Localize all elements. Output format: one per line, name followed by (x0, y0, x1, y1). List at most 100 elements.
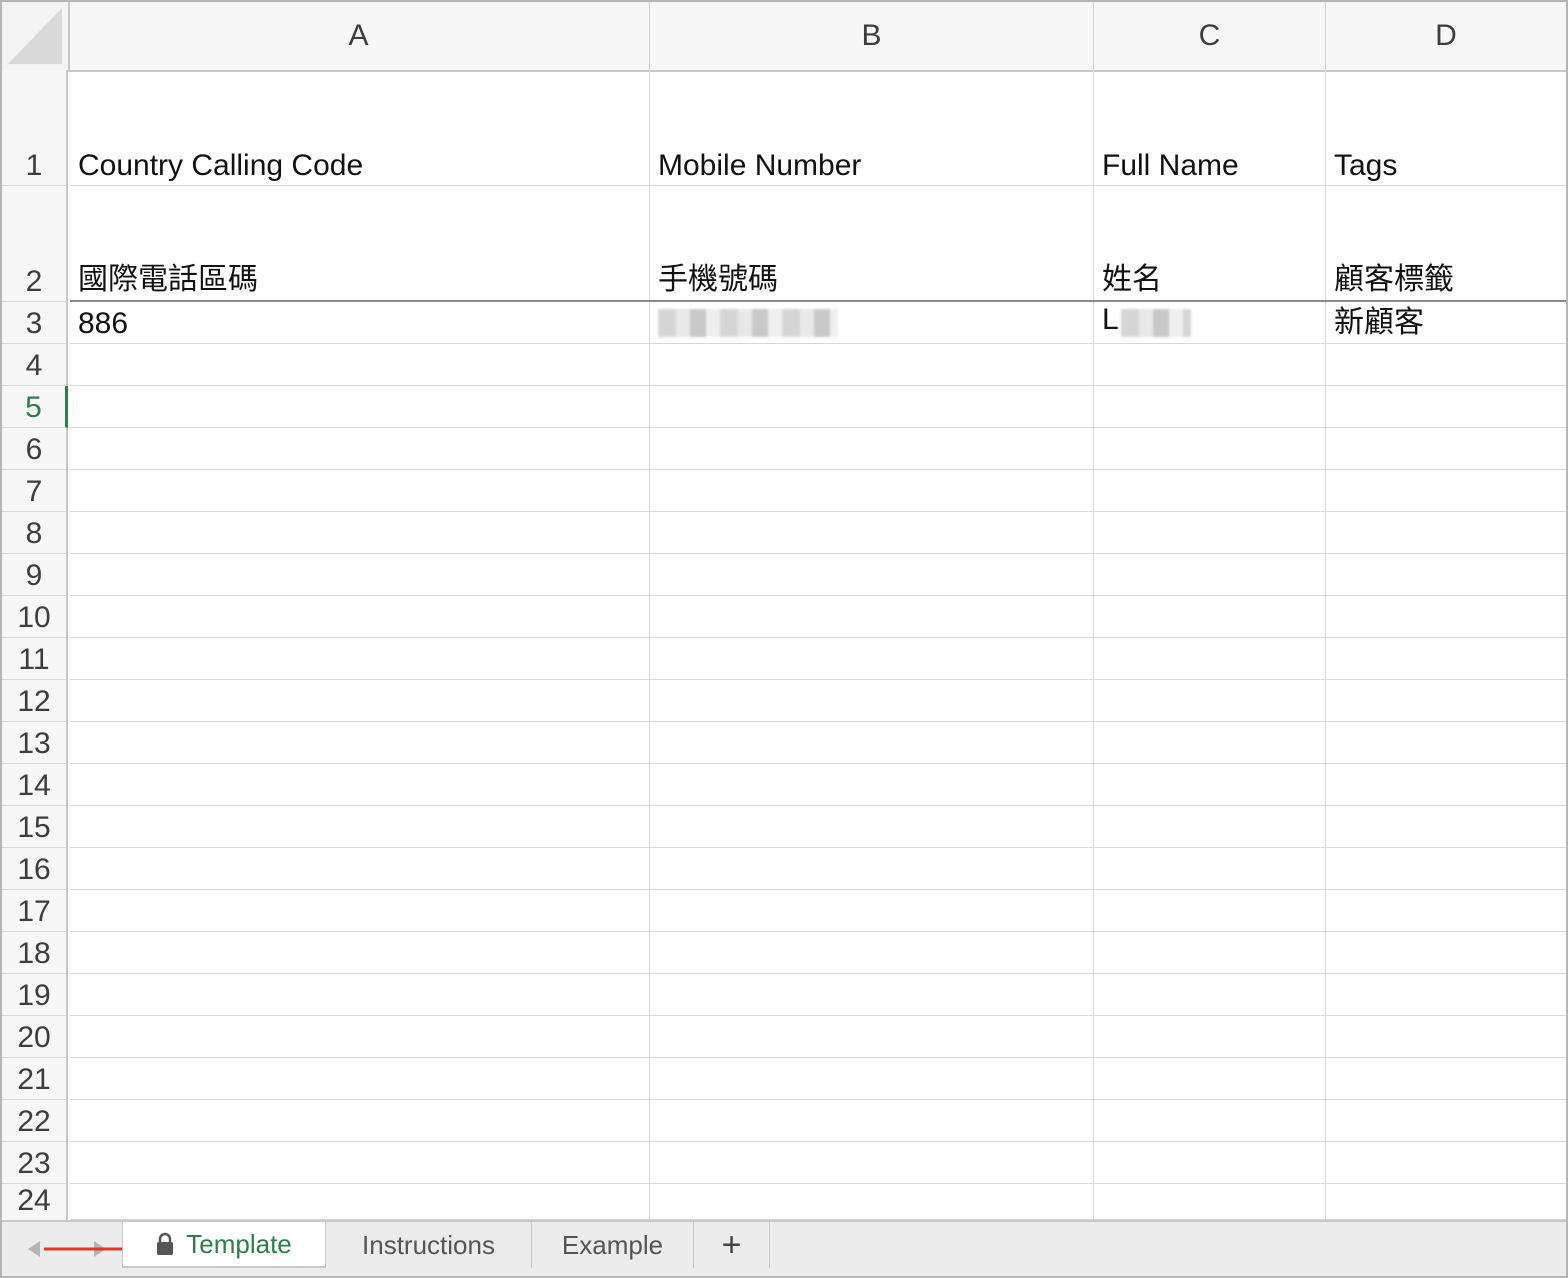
cell-b11[interactable] (650, 638, 1094, 679)
cell-c9[interactable] (1094, 554, 1326, 595)
cell-a21[interactable] (70, 1058, 650, 1099)
row-header-24[interactable]: 24 (2, 1184, 68, 1220)
cell-b9[interactable] (650, 554, 1094, 595)
cell-c24[interactable] (1094, 1184, 1326, 1219)
cell-c18[interactable] (1094, 932, 1326, 973)
cell-c5[interactable] (1094, 386, 1326, 427)
cell-c1[interactable]: Full Name (1094, 70, 1326, 185)
cell-c20[interactable] (1094, 1016, 1326, 1057)
cell-b1[interactable]: Mobile Number (650, 70, 1094, 185)
cell-b24[interactable] (650, 1184, 1094, 1219)
cell-c22[interactable] (1094, 1100, 1326, 1141)
row-header-4[interactable]: 4 (2, 344, 68, 386)
cell-b18[interactable] (650, 932, 1094, 973)
cell-d22[interactable] (1326, 1100, 1566, 1141)
row-header-1[interactable]: 1 (2, 70, 68, 186)
cell-a15[interactable] (70, 806, 650, 847)
row-header-3[interactable]: 3 (2, 302, 68, 344)
cell-b23[interactable] (650, 1142, 1094, 1183)
cell-b6[interactable] (650, 428, 1094, 469)
cell-c23[interactable] (1094, 1142, 1326, 1183)
row-header-12[interactable]: 12 (2, 680, 68, 722)
cell-d12[interactable] (1326, 680, 1566, 721)
tab-example[interactable]: Example (532, 1222, 694, 1268)
cell-a8[interactable] (70, 512, 650, 553)
tab-template[interactable]: Template (122, 1222, 326, 1268)
cell-b4[interactable] (650, 344, 1094, 385)
row-header-18[interactable]: 18 (2, 932, 68, 974)
cell-a2[interactable]: 國際電話區碼 (70, 186, 650, 300)
cell-a4[interactable] (70, 344, 650, 385)
row-header-9[interactable]: 9 (2, 554, 68, 596)
cell-d16[interactable] (1326, 848, 1566, 889)
row-header-6[interactable]: 6 (2, 428, 68, 470)
row-header-16[interactable]: 16 (2, 848, 68, 890)
cell-a13[interactable] (70, 722, 650, 763)
cell-a7[interactable] (70, 470, 650, 511)
cell-c14[interactable] (1094, 764, 1326, 805)
cell-a17[interactable] (70, 890, 650, 931)
cell-c12[interactable] (1094, 680, 1326, 721)
cell-c15[interactable] (1094, 806, 1326, 847)
cell-d9[interactable] (1326, 554, 1566, 595)
cell-d15[interactable] (1326, 806, 1566, 847)
cell-a14[interactable] (70, 764, 650, 805)
row-header-7[interactable]: 7 (2, 470, 68, 512)
row-header-8[interactable]: 8 (2, 512, 68, 554)
row-header-21[interactable]: 21 (2, 1058, 68, 1100)
cell-a24[interactable] (70, 1184, 650, 1219)
cell-b15[interactable] (650, 806, 1094, 847)
cell-c6[interactable] (1094, 428, 1326, 469)
cell-b19[interactable] (650, 974, 1094, 1015)
cell-a6[interactable] (70, 428, 650, 469)
row-header-10[interactable]: 10 (2, 596, 68, 638)
cell-d19[interactable] (1326, 974, 1566, 1015)
cell-b16[interactable] (650, 848, 1094, 889)
cell-b5[interactable] (650, 386, 1094, 427)
cell-a1[interactable]: Country Calling Code (70, 70, 650, 185)
cell-b17[interactable] (650, 890, 1094, 931)
cell-d13[interactable] (1326, 722, 1566, 763)
column-header-b[interactable]: B (650, 2, 1094, 70)
cell-c3[interactable]: L (1094, 302, 1326, 343)
cell-d6[interactable] (1326, 428, 1566, 469)
cell-a5[interactable] (70, 386, 650, 427)
cell-d24[interactable] (1326, 1184, 1566, 1219)
row-header-14[interactable]: 14 (2, 764, 68, 806)
cell-a10[interactable] (70, 596, 650, 637)
row-header-15[interactable]: 15 (2, 806, 68, 848)
cell-d11[interactable] (1326, 638, 1566, 679)
cell-d20[interactable] (1326, 1016, 1566, 1057)
cell-d14[interactable] (1326, 764, 1566, 805)
row-header-20[interactable]: 20 (2, 1016, 68, 1058)
cell-d4[interactable] (1326, 344, 1566, 385)
cell-d23[interactable] (1326, 1142, 1566, 1183)
cell-c4[interactable] (1094, 344, 1326, 385)
cell-d21[interactable] (1326, 1058, 1566, 1099)
cell-a3[interactable]: 886 (70, 302, 650, 343)
cell-a22[interactable] (70, 1100, 650, 1141)
cell-b12[interactable] (650, 680, 1094, 721)
row-header-5[interactable]: 5 (2, 386, 68, 428)
cell-c8[interactable] (1094, 512, 1326, 553)
cell-b10[interactable] (650, 596, 1094, 637)
row-header-11[interactable]: 11 (2, 638, 68, 680)
cell-d5[interactable] (1326, 386, 1566, 427)
column-header-d[interactable]: D (1326, 2, 1566, 70)
cell-a11[interactable] (70, 638, 650, 679)
cell-a16[interactable] (70, 848, 650, 889)
cell-b7[interactable] (650, 470, 1094, 511)
cell-c17[interactable] (1094, 890, 1326, 931)
row-header-2[interactable]: 2 (2, 186, 68, 302)
column-header-a[interactable]: A (68, 2, 650, 70)
row-header-17[interactable]: 17 (2, 890, 68, 932)
row-header-13[interactable]: 13 (2, 722, 68, 764)
cell-a9[interactable] (70, 554, 650, 595)
cell-b14[interactable] (650, 764, 1094, 805)
cell-b20[interactable] (650, 1016, 1094, 1057)
cell-d18[interactable] (1326, 932, 1566, 973)
add-sheet-button[interactable]: + (694, 1222, 770, 1268)
column-header-c[interactable]: C (1094, 2, 1326, 70)
cell-d2[interactable]: 顧客標籤 (1326, 186, 1566, 300)
cell-c10[interactable] (1094, 596, 1326, 637)
